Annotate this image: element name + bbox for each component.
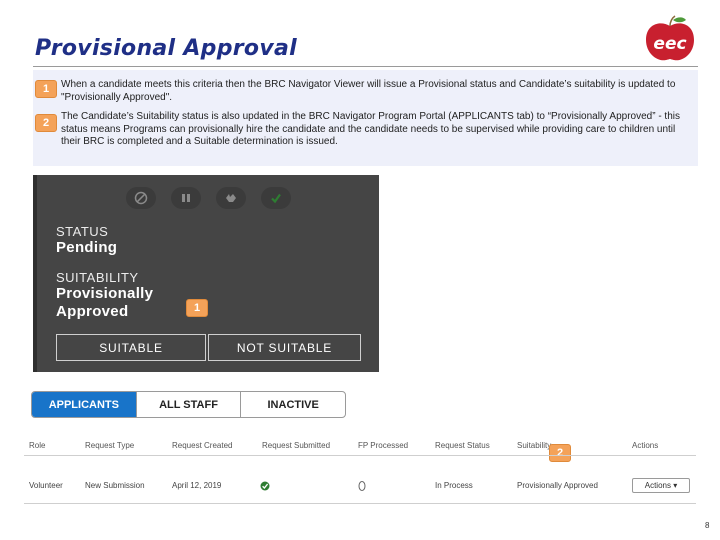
suitability-label: SUITABILITY — [56, 270, 139, 285]
note-1-text: When a candidate meets this criteria the… — [61, 79, 676, 103]
not-suitable-button[interactable]: NOT SUITABLE — [208, 334, 361, 361]
applicant-tabs: APPLICANTS ALL STAFF INACTIVE — [31, 391, 346, 418]
table-badge-2: 2 — [549, 444, 571, 462]
slide-title: Provisional Approval — [35, 36, 297, 61]
thumbs-button[interactable] — [216, 187, 246, 209]
actions-dropdown[interactable]: Actions ▾ — [632, 478, 690, 493]
column-header-actions: Actions — [632, 441, 659, 450]
check-button[interactable] — [261, 187, 291, 209]
column-header-fp-processed: FP Processed — [358, 441, 409, 450]
ban-icon — [134, 191, 148, 205]
table-header-divider — [24, 455, 696, 456]
tab-inactive[interactable]: INACTIVE — [240, 392, 345, 417]
request-submitted-check-icon — [260, 479, 270, 497]
column-header-request-status: Request Status — [435, 441, 490, 450]
cell-suitability: Provisionally Approved — [517, 481, 598, 490]
column-header-request-submitted: Request Submitted — [262, 441, 331, 450]
panel-edge — [33, 175, 37, 372]
eec-logo: eec — [642, 14, 698, 64]
fp-processed-pending-icon — [358, 479, 366, 497]
suitable-button[interactable]: SUITABLE — [56, 334, 206, 361]
cell-role: Volunteer — [29, 481, 63, 490]
column-header-role: Role — [29, 441, 46, 450]
status-panel: STATUS Pending SUITABILITY Provisionally… — [33, 175, 379, 372]
table-row-divider — [24, 503, 696, 504]
status-label: STATUS — [56, 224, 109, 239]
cell-request-type: New Submission — [85, 481, 145, 490]
title-divider — [33, 66, 698, 67]
applicants-table: Role Request Type Request Created Reques… — [0, 432, 720, 504]
suitability-value-line2: Approved — [56, 303, 129, 320]
column-header-suitability: Suitability — [517, 441, 552, 450]
pause-button[interactable] — [171, 187, 201, 209]
status-value: Pending — [56, 239, 118, 256]
column-header-request-type: Request Type — [85, 441, 135, 450]
panel-badge-1: 1 — [186, 299, 208, 317]
note-2-text: The Candidate’s Suitability status is al… — [61, 111, 680, 147]
cell-request-created: April 12, 2019 — [172, 481, 222, 490]
tab-all-staff[interactable]: ALL STAFF — [135, 392, 241, 417]
suitability-value-line1: Provisionally — [56, 285, 154, 302]
thumbs-icon — [226, 194, 236, 202]
column-header-request-created: Request Created — [172, 441, 233, 450]
pause-icon — [182, 194, 190, 202]
logo-text: eec — [653, 34, 686, 54]
info-box: 1 When a candidate meets this criteria t… — [33, 70, 698, 166]
tab-applicants[interactable]: APPLICANTS — [32, 392, 136, 417]
check-icon — [271, 193, 281, 204]
note-badge-2: 2 — [35, 114, 57, 132]
table-row[interactable]: Volunteer New Submission April 12, 2019 … — [0, 476, 720, 494]
note-badge-1: 1 — [35, 80, 57, 98]
ban-button[interactable] — [126, 187, 156, 209]
cell-request-status: In Process — [435, 481, 473, 490]
page-number: 8 — [705, 521, 710, 530]
